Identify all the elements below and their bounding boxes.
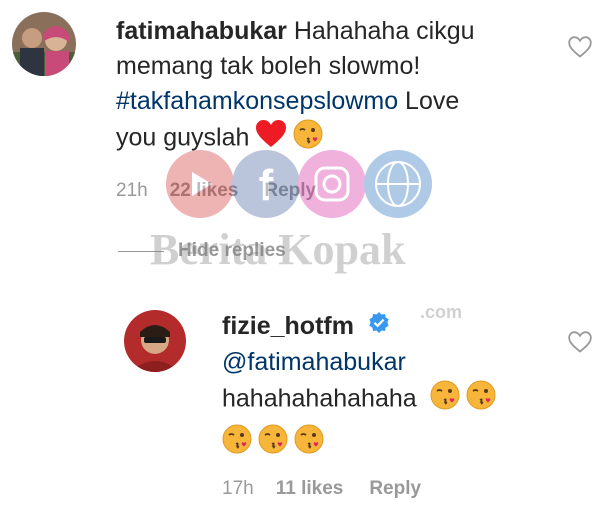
reply-likes[interactable]: 11 likes xyxy=(276,478,344,500)
reply-time: 17h xyxy=(222,478,254,499)
comment-reply-button[interactable]: Reply xyxy=(264,180,316,202)
face-blowing-kiss-emoji xyxy=(466,380,496,420)
face-blowing-kiss-emoji xyxy=(294,424,324,464)
face-blowing-kiss-emoji xyxy=(222,424,252,464)
reply-text: hahahahahahaha xyxy=(222,384,417,413)
reply-like-heart-icon[interactable] xyxy=(568,331,592,358)
red-heart-emoji xyxy=(256,120,287,158)
comment-body: fatimahabukar Hahahaha cikgu memang tak … xyxy=(116,14,556,159)
reply-username[interactable]: fizie_hotfm xyxy=(222,312,354,340)
globe-icon xyxy=(364,150,432,218)
comment-text-line4: you guyslah xyxy=(116,123,250,152)
commenter-avatar[interactable] xyxy=(12,12,76,76)
comment-time: 21h xyxy=(116,180,148,201)
comment-text-line1: Hahahaha cikgu xyxy=(293,17,475,45)
reply-body: fizie_hotfm @fatimahabukar hahahahahahah… xyxy=(222,309,562,464)
hide-replies-label: Hide replies xyxy=(178,240,286,261)
comment-text-line2: memang tak boleh slowmo! xyxy=(116,52,421,80)
verified-badge-icon xyxy=(367,310,391,345)
reply-mention[interactable]: @fatimahabukar xyxy=(222,345,562,380)
face-blowing-kiss-emoji xyxy=(258,424,288,464)
reply-reply-button[interactable]: Reply xyxy=(369,478,421,500)
reply-meta: 17h 11 likes Reply xyxy=(222,478,421,500)
comment-meta: 21h 22 likes Reply xyxy=(116,180,316,202)
watermark: f Berita Kopak .com xyxy=(140,140,470,330)
hide-replies-button[interactable]: Hide replies xyxy=(118,240,286,262)
face-blowing-kiss-emoji xyxy=(430,380,460,420)
comment-hashtag[interactable]: #takfahamkonsepslowmo xyxy=(116,87,398,115)
comment-like-heart-icon[interactable] xyxy=(568,36,592,63)
reply-avatar[interactable] xyxy=(124,310,186,372)
hide-replies-line xyxy=(118,250,164,252)
comment-username[interactable]: fatimahabukar xyxy=(116,17,287,45)
face-blowing-kiss-emoji xyxy=(293,119,323,159)
comment-likes[interactable]: 22 likes xyxy=(170,180,239,202)
comment-text-line3-tail: Love xyxy=(405,87,460,115)
